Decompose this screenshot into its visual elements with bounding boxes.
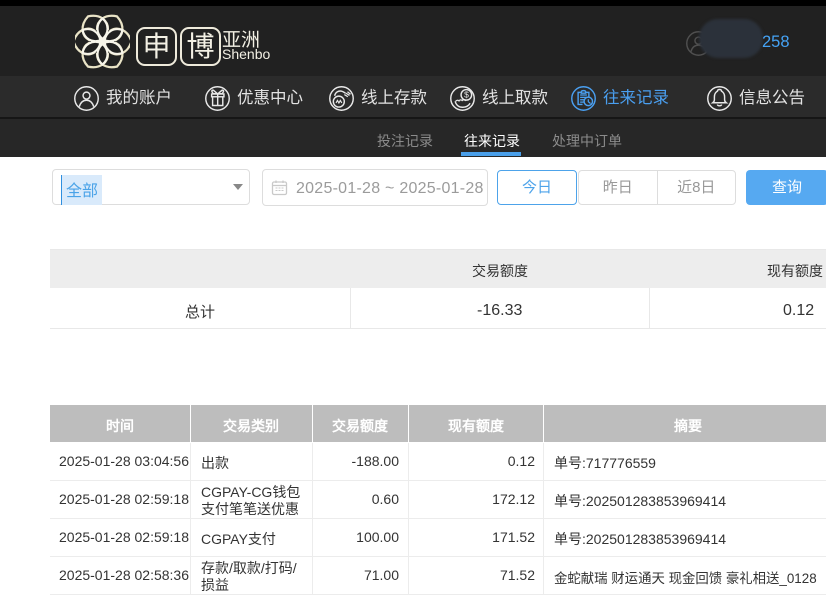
svg-text:$: $ (464, 90, 469, 100)
